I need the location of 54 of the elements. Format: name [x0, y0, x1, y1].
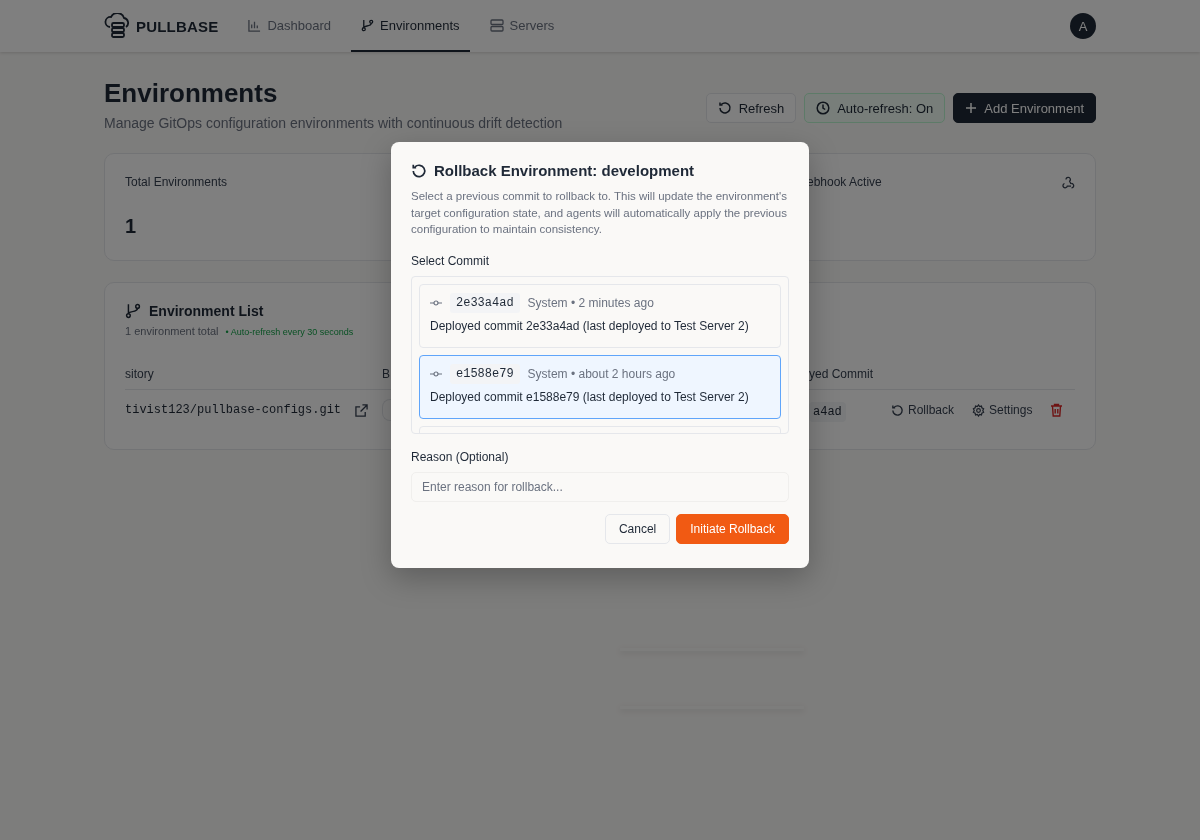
- plus-icon: [965, 102, 978, 114]
- nav-tab[interactable]: Dashboard: [238, 0, 342, 52]
- stat-label: ebhook Active: [807, 175, 882, 189]
- rollback-icon: [411, 162, 427, 179]
- commit-icon: [430, 298, 442, 307]
- commit-option[interactable]: 2e33a4ad System • 2 minutes ago Deployed commit 2e33a4ad (last deployed to Test Server 2): [419, 283, 781, 348]
- commit-hash: e1588e79: [450, 363, 520, 384]
- rollback-icon: [891, 403, 904, 417]
- add-environment-button[interactable]: Add Environment: [953, 93, 1096, 123]
- column-header: sitory: [125, 367, 154, 381]
- dialog-title: Rollback Environment: development: [434, 162, 695, 179]
- logo-text: PULLBASE: [136, 17, 219, 35]
- repository-url: tivist123/pullbase-configs.git: [125, 403, 342, 417]
- stat-value: 1: [125, 215, 137, 238]
- settings-link[interactable]: Settings: [972, 403, 1033, 417]
- field-label: Select Commit: [411, 253, 491, 268]
- commit-message: Deployed commit e1588e79 (last deployed to Test Server 2): [430, 389, 750, 404]
- commit-hash: 2e33a4ad: [450, 292, 520, 313]
- server-icon: [489, 18, 504, 32]
- column-header: B: [382, 367, 390, 381]
- rollback-link[interactable]: Rollback: [891, 403, 955, 417]
- stat-label: Total Environments: [125, 175, 228, 189]
- commit-badge: a4ad: [809, 402, 846, 422]
- field-label: Reason (Optional): [411, 449, 510, 464]
- commit-meta: System • 2 minutes ago: [527, 295, 654, 310]
- delete-icon[interactable]: [1050, 403, 1064, 417]
- commit-meta: System • about 2 hours ago: [527, 366, 676, 381]
- commit-icon: [430, 369, 442, 378]
- user-avatar[interactable]: A: [1070, 13, 1096, 39]
- column-header: yed Commit: [809, 367, 873, 381]
- page-title: Environments: [104, 78, 279, 109]
- cancel-button[interactable]: Cancel: [604, 513, 671, 544]
- settings-icon: [972, 403, 986, 417]
- external-link-icon[interactable]: [355, 403, 369, 417]
- dialog-description: Select a previous commit to rollback to. This will update the environment's target configuration state, and agents will automatically apply the previous configuration to maintain consistency.: [411, 189, 788, 237]
- webhook-icon: [1061, 175, 1075, 189]
- cloud-database-icon: [104, 13, 132, 39]
- clock-icon: [816, 101, 831, 115]
- commit-option[interactable]: e1588e79 System • about 2 hours ago Deployed commit e1588e79 (last deployed to Test Server 2): [419, 354, 781, 419]
- auto-refresh-note: • Auto-refresh every 30 seconds: [225, 327, 354, 337]
- auto-refresh-button[interactable]: Auto-refresh: On: [804, 93, 946, 123]
- nav-tab[interactable]: Servers: [479, 0, 565, 52]
- git-branch-icon: [125, 303, 141, 319]
- section-title: Environment List: [149, 303, 264, 319]
- environment-count: 1 environment total: [125, 325, 219, 337]
- bar-chart-icon: [248, 18, 262, 32]
- commit-message: Deployed commit 2e33a4ad (last deployed to Test Server 2): [430, 318, 750, 333]
- initiate-rollback-button[interactable]: Initiate Rollback: [676, 513, 789, 544]
- refresh-icon: [717, 101, 732, 115]
- reason-input[interactable]: Enter reason for rollback...: [411, 471, 789, 502]
- refresh-button[interactable]: Refresh: [705, 93, 797, 123]
- page-subtitle: Manage GitOps configuration environments with continuous drift detection: [104, 115, 563, 131]
- nav-tab[interactable]: Environments: [351, 0, 470, 52]
- git-branch-icon: [361, 18, 375, 32]
